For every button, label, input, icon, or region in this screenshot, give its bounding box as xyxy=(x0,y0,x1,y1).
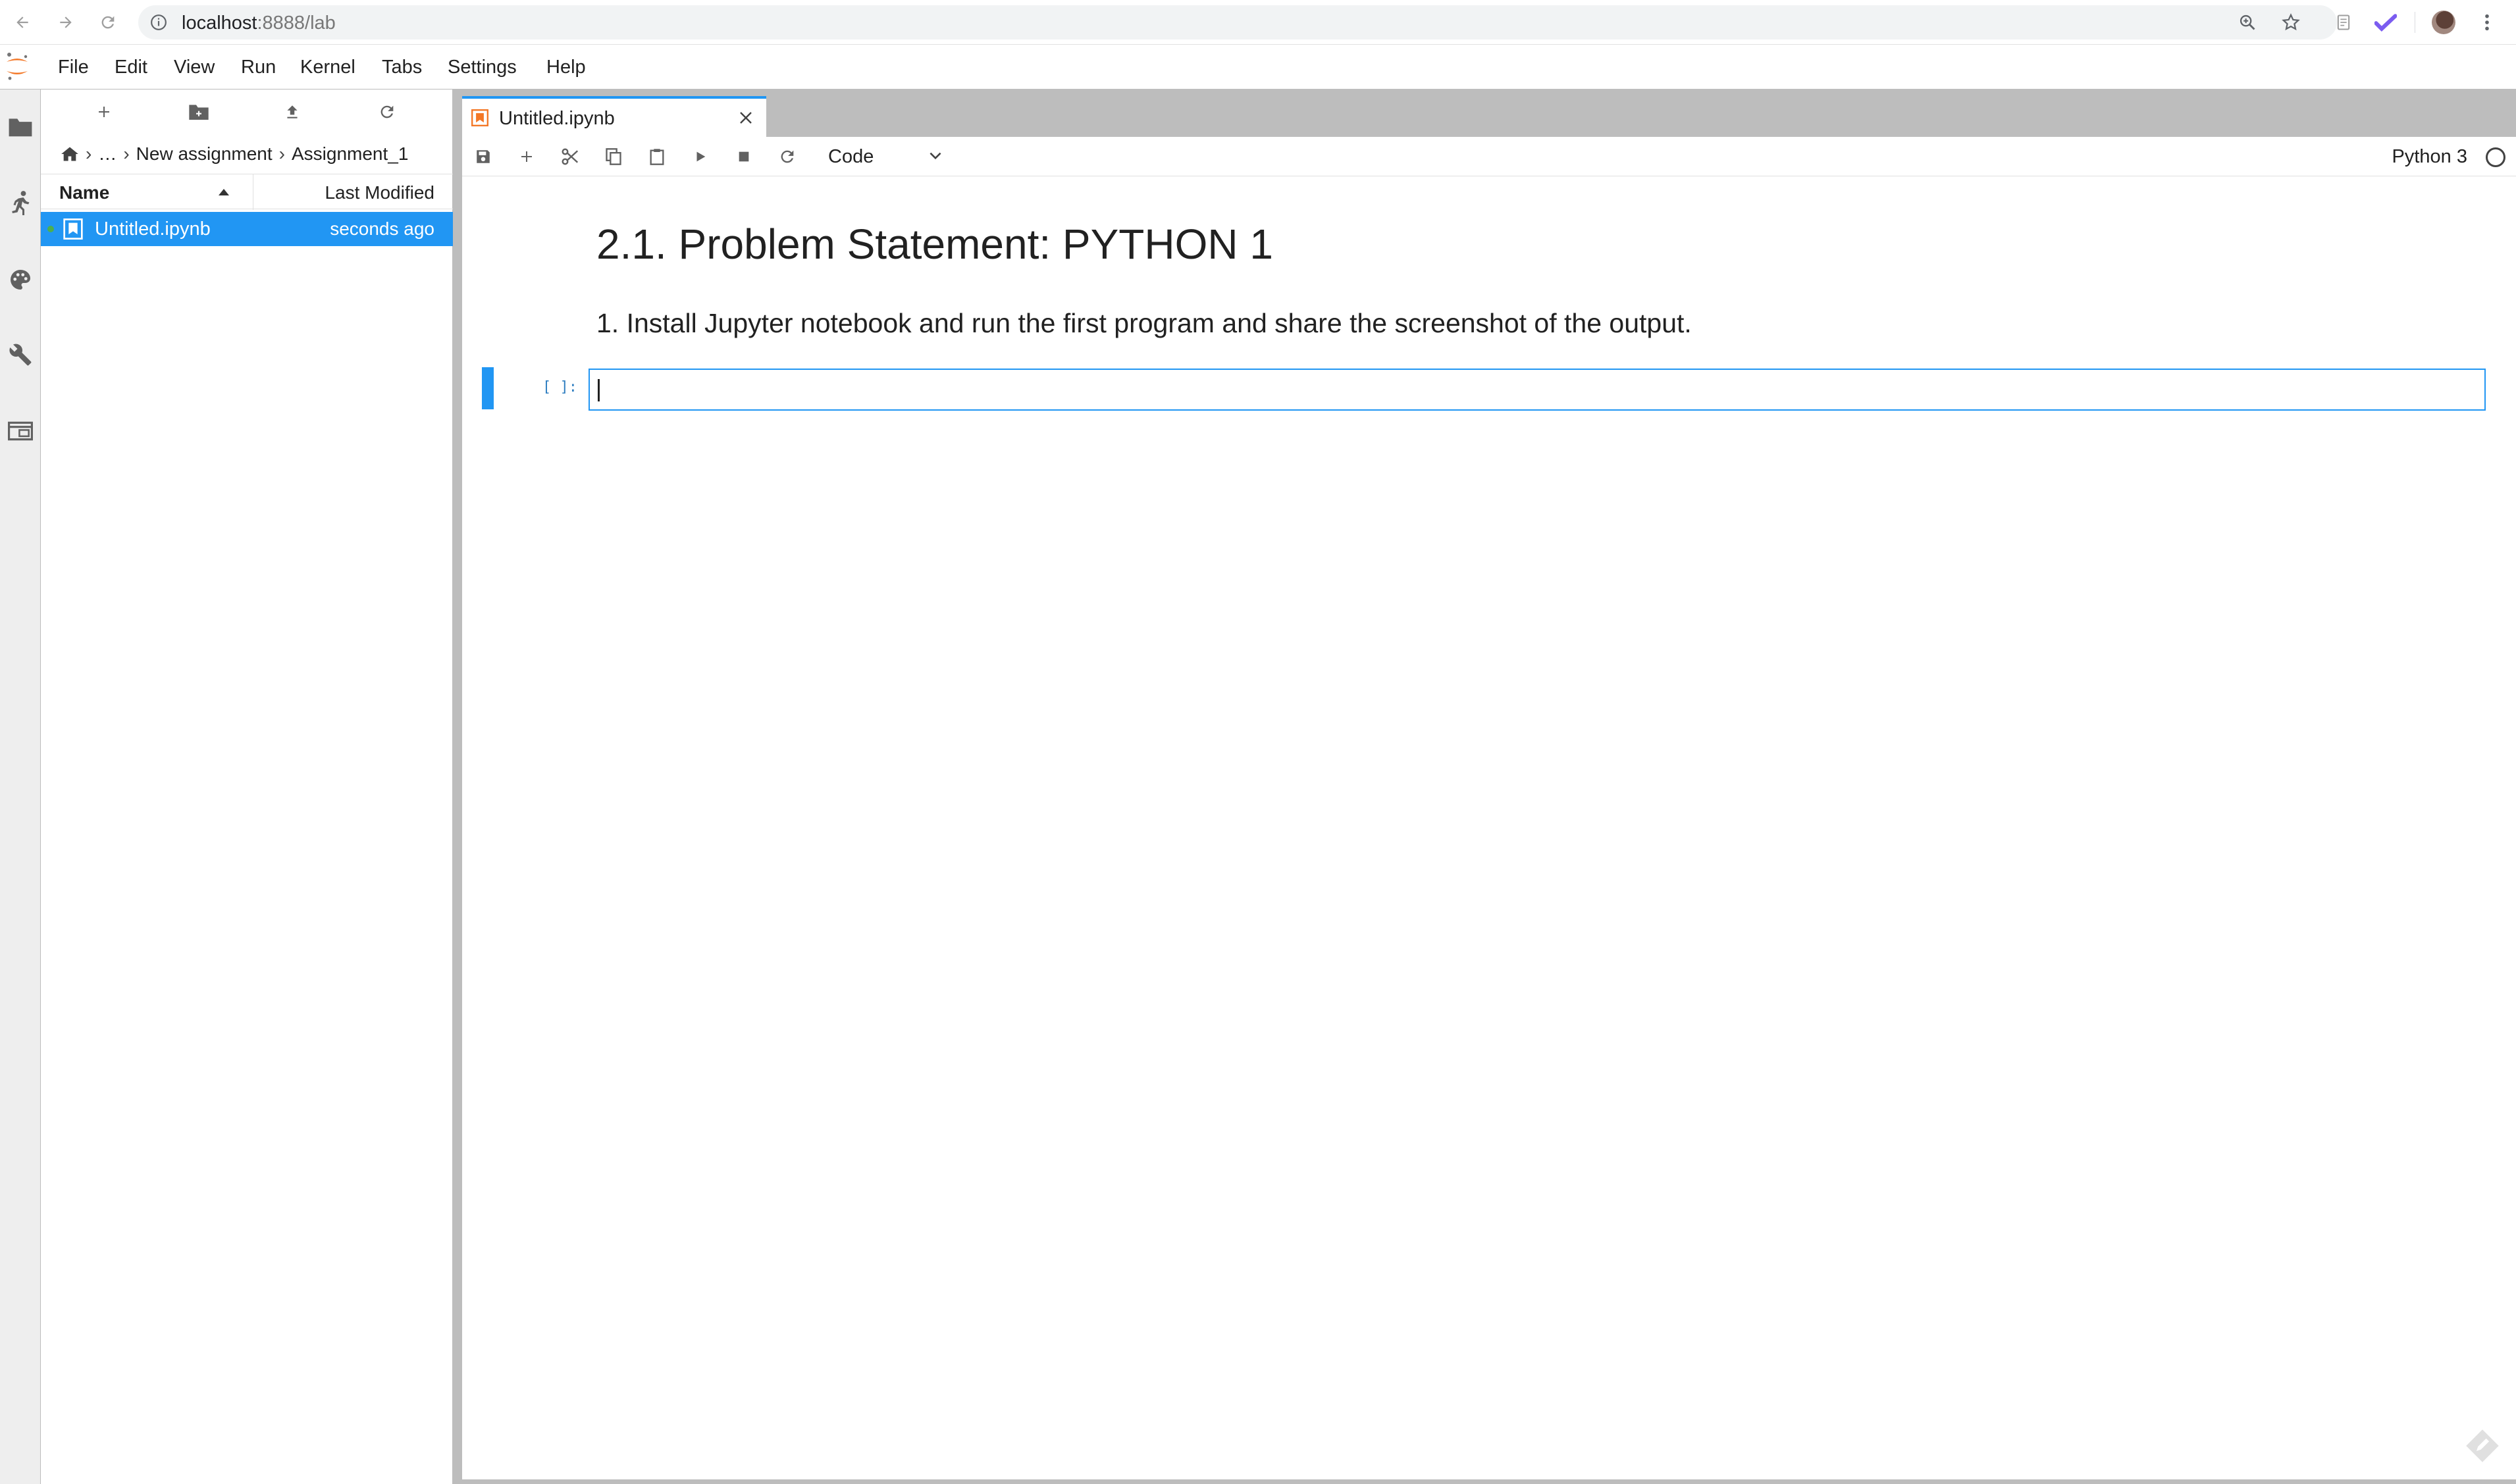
close-icon[interactable] xyxy=(736,108,756,128)
kernel-idle-status-icon xyxy=(2486,147,2505,167)
running-indicator xyxy=(47,226,54,232)
active-cell-indicator xyxy=(482,367,494,409)
breadcrumb: › … › New assignment › Assignment_1 xyxy=(61,142,408,166)
upload-icon[interactable] xyxy=(279,99,305,125)
menu-settings[interactable]: Settings xyxy=(448,57,517,78)
menu-file[interactable]: File xyxy=(58,57,89,78)
text-cursor xyxy=(598,379,600,401)
file-last-modified: seconds ago xyxy=(330,218,434,239)
code-cell-editor[interactable] xyxy=(589,369,2486,411)
tabs-icon[interactable] xyxy=(5,416,36,446)
file-list-item[interactable]: Untitled.ipynb seconds ago xyxy=(41,212,453,246)
site-info-icon[interactable] xyxy=(150,14,167,31)
left-activity-bar xyxy=(0,90,41,1484)
breadcrumb-ellipsis[interactable]: … xyxy=(98,143,117,165)
address-bar[interactable]: localhost:8888/lab xyxy=(138,5,2337,39)
markdown-heading: 2.1. Problem Statement: PYTHON 1 xyxy=(596,220,1273,268)
column-header-last-modified[interactable]: Last Modified xyxy=(325,182,434,203)
menu-help[interactable]: Help xyxy=(546,57,586,78)
file-list-header: Name Last Modified xyxy=(41,174,453,210)
menu-kernel[interactable]: Kernel xyxy=(300,57,355,78)
copy-icon[interactable] xyxy=(600,143,627,170)
cell-type-dropdown[interactable]: Code xyxy=(828,143,947,170)
notebook-content: 2.1. Problem Statement: PYTHON 1 1. Inst… xyxy=(462,176,2516,1479)
reload-icon[interactable] xyxy=(95,9,121,36)
cell-type-value: Code xyxy=(828,145,874,167)
notebook-file-icon xyxy=(63,218,83,240)
back-arrow-icon[interactable] xyxy=(9,9,36,36)
new-launcher-icon[interactable] xyxy=(91,99,117,125)
input-prompt: [ ]: xyxy=(542,379,577,396)
forward-arrow-icon[interactable] xyxy=(53,9,79,36)
sort-ascending-icon[interactable] xyxy=(219,189,229,195)
kernel-name[interactable]: Python 3 xyxy=(2392,146,2467,168)
refresh-icon[interactable] xyxy=(374,99,400,125)
restart-icon[interactable] xyxy=(774,143,800,170)
folder-icon[interactable] xyxy=(5,112,36,142)
url-text: localhost:8888/lab xyxy=(182,13,336,34)
notebook-panel: Code Python 3 2.1. Problem Statement: PY… xyxy=(462,137,2516,1479)
breadcrumb-separator: › xyxy=(86,143,92,164)
paste-icon[interactable] xyxy=(644,143,670,170)
column-header-name[interactable]: Name xyxy=(59,182,109,203)
stop-icon[interactable] xyxy=(731,143,757,170)
menu-edit[interactable]: Edit xyxy=(115,57,147,78)
menu-tabs[interactable]: Tabs xyxy=(382,57,422,78)
breadcrumb-separator: › xyxy=(278,143,285,164)
menubar: File Edit View Run Kernel Tabs Settings … xyxy=(0,45,2516,90)
jupyter-logo-icon xyxy=(4,51,30,82)
add-icon[interactable] xyxy=(513,143,540,170)
bookmark-star-icon[interactable] xyxy=(2278,9,2304,36)
browser-toolbar: localhost:8888/lab xyxy=(0,0,2516,45)
new-folder-icon[interactable] xyxy=(186,99,212,125)
run-icon[interactable] xyxy=(687,143,714,170)
notebook-tab-icon xyxy=(471,109,488,126)
extension-doc-icon[interactable] xyxy=(2330,9,2357,36)
main-dock-area: Untitled.ipynb Code Python 3 2.1. Proble… xyxy=(453,90,2516,1484)
breadcrumb-assignment-1[interactable]: Assignment_1 xyxy=(292,143,408,165)
menu-view[interactable]: View xyxy=(174,57,215,78)
home-icon[interactable] xyxy=(61,145,79,163)
pencil-overlay-icon[interactable] xyxy=(2465,1428,2500,1464)
extension-check-icon[interactable] xyxy=(2372,9,2399,36)
menu-run[interactable]: Run xyxy=(241,57,276,78)
notebook-toolbar: Code Python 3 xyxy=(462,137,2516,176)
url-path: :8888/lab xyxy=(257,13,336,34)
url-host: localhost xyxy=(182,13,257,34)
cut-icon[interactable] xyxy=(557,143,583,170)
save-icon[interactable] xyxy=(470,143,496,170)
file-browser-panel: › … › New assignment › Assignment_1 Name… xyxy=(41,90,453,1484)
palette-icon[interactable] xyxy=(5,265,36,295)
chevron-down-icon xyxy=(927,147,944,165)
wrench-icon[interactable] xyxy=(5,340,36,370)
breadcrumb-separator: › xyxy=(123,143,130,164)
profile-avatar[interactable] xyxy=(2430,9,2457,36)
markdown-paragraph: 1. Install Jupyter notebook and run the … xyxy=(596,308,1692,338)
breadcrumb-new-assignment[interactable]: New assignment xyxy=(136,143,273,165)
tab-untitled-ipynb[interactable]: Untitled.ipynb xyxy=(462,96,766,137)
running-icon[interactable] xyxy=(5,188,36,218)
more-menu-icon[interactable] xyxy=(2474,9,2500,36)
file-name: Untitled.ipynb xyxy=(95,218,211,240)
zoom-icon[interactable] xyxy=(2234,9,2261,36)
tab-label: Untitled.ipynb xyxy=(499,108,615,129)
